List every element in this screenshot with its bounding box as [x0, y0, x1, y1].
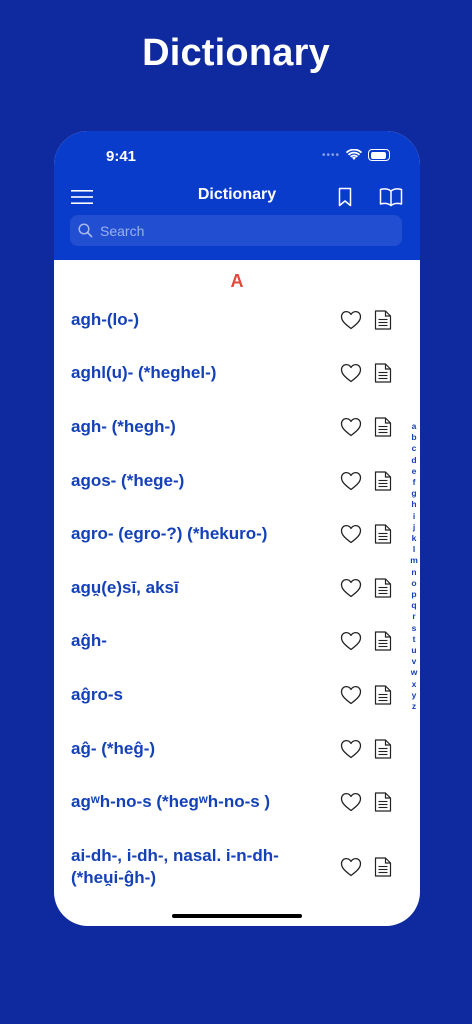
list-item[interactable]: agʷh-no-s (*hegʷh-no-s ) — [54, 775, 420, 829]
list-item[interactable]: agh-(lo-) — [54, 293, 420, 347]
index-letter[interactable]: v — [412, 656, 417, 667]
status-time: 9:41 — [106, 148, 137, 165]
index-letter[interactable]: j — [413, 522, 415, 533]
list-item[interactable]: aghl(u)- (*heghel-) — [54, 347, 420, 401]
index-letter[interactable]: a — [412, 421, 417, 432]
index-letter[interactable]: d — [411, 455, 416, 466]
heart-icon[interactable] — [340, 310, 362, 330]
list-item[interactable]: aĝ- (*heĝ-) — [54, 722, 420, 776]
header: 9:41 •••• Dictionary — [54, 131, 420, 260]
list-item[interactable]: aĝh- — [54, 615, 420, 669]
index-letter[interactable]: l — [413, 544, 415, 555]
search-input[interactable] — [98, 221, 382, 240]
index-letter[interactable]: z — [412, 701, 416, 712]
entry-term[interactable]: agos- (*hege-) — [71, 470, 319, 492]
entry-term[interactable]: agro- (egro-?) (*hekuro-) — [71, 523, 319, 545]
index-letter[interactable]: w — [411, 667, 418, 678]
index-letter[interactable]: o — [411, 578, 416, 589]
alphabet-index[interactable]: abcdefghijklmnopqrstuvwxyz — [409, 421, 419, 712]
document-icon[interactable] — [374, 685, 392, 705]
phone-screen: 9:41 •••• Dictionary Search A agh-(lo-) … — [54, 131, 420, 926]
bookmarks-button[interactable] — [331, 183, 359, 211]
index-letter[interactable]: h — [411, 499, 416, 510]
document-icon[interactable] — [374, 470, 392, 491]
index-letter[interactable]: p — [411, 589, 416, 600]
list-item[interactable]: ai-dh-, i-dh-, nasal. i-n-dh- (*heu̯i-ĝh… — [54, 829, 420, 906]
index-letter[interactable]: m — [410, 555, 418, 566]
entry-term[interactable]: agh- (*hegh-) — [71, 416, 319, 438]
list-item[interactable]: agro- (egro-?) (*hekuro-) — [54, 507, 420, 561]
heart-icon[interactable] — [340, 792, 362, 812]
entry-term[interactable]: agu̯(e)sī, aksī — [71, 577, 319, 599]
index-letter[interactable]: n — [411, 567, 416, 578]
book-button[interactable] — [377, 183, 405, 211]
document-icon[interactable] — [374, 524, 392, 544]
heart-icon[interactable] — [340, 857, 362, 877]
document-icon[interactable] — [374, 417, 392, 437]
index-letter[interactable]: s — [412, 623, 417, 634]
status-icons: •••• — [322, 149, 390, 161]
heart-icon[interactable] — [340, 739, 362, 759]
heart-icon[interactable] — [340, 471, 362, 491]
heart-icon[interactable] — [340, 524, 362, 544]
index-letter[interactable]: e — [412, 466, 417, 477]
wifi-icon — [346, 149, 362, 160]
entry-term[interactable]: aĝh- — [71, 630, 319, 652]
section-header-letter: A — [230, 271, 244, 291]
document-icon[interactable] — [374, 857, 392, 878]
search-bar[interactable] — [70, 215, 402, 246]
list-item[interactable]: agu̯(e)sī, aksī — [54, 561, 420, 615]
nav-title: Dictionary — [197, 186, 277, 203]
index-letter[interactable]: c — [412, 443, 417, 454]
list-item[interactable]: aĝro-s — [54, 668, 420, 722]
heart-icon[interactable] — [340, 578, 362, 598]
list-item[interactable]: agh- (*hegh-) — [54, 400, 420, 454]
entry-list: agh-(lo-) aghl(u)- (*heghel-) agh- (*hegh-… — [54, 293, 420, 906]
index-letter[interactable]: u — [411, 645, 416, 656]
index-letter[interactable]: f — [413, 477, 416, 488]
heart-icon[interactable] — [340, 631, 362, 651]
index-letter[interactable]: i — [413, 511, 415, 522]
document-icon[interactable] — [374, 631, 392, 651]
heart-icon[interactable] — [340, 685, 362, 705]
entry-term[interactable]: aghl(u)- (*heghel-) — [71, 362, 319, 384]
index-letter[interactable]: x — [412, 679, 417, 690]
bookmark-icon — [338, 187, 352, 207]
index-letter[interactable]: r — [412, 611, 415, 622]
home-indicator — [172, 914, 302, 918]
document-icon[interactable] — [374, 310, 392, 330]
index-letter[interactable]: y — [412, 690, 417, 701]
entry-term[interactable]: agh-(lo-) — [71, 309, 319, 331]
entry-term[interactable]: aĝ- (*heĝ-) — [71, 738, 319, 760]
navbar: Dictionary — [54, 179, 420, 215]
document-icon[interactable] — [374, 792, 392, 812]
entry-term[interactable]: agʷh-no-s (*hegʷh-no-s ) — [71, 791, 319, 813]
index-letter[interactable]: q — [411, 600, 416, 611]
document-icon[interactable] — [374, 363, 392, 383]
battery-icon — [368, 149, 390, 161]
index-letter[interactable]: k — [412, 533, 417, 544]
heart-icon[interactable] — [340, 417, 362, 437]
open-book-icon — [379, 188, 403, 207]
search-icon — [78, 223, 94, 239]
entry-term[interactable]: aĝro-s — [71, 684, 319, 706]
index-letter[interactable]: t — [413, 634, 416, 645]
signal-dots-icon: •••• — [321, 149, 340, 161]
entry-term[interactable]: ai-dh-, i-dh-, nasal. i-n-dh- (*heu̯i-ĝh… — [71, 845, 319, 889]
list-item[interactable]: agos- (*hege-) — [54, 454, 420, 508]
index-letter[interactable]: g — [411, 488, 416, 499]
page-title: Dictionary — [142, 32, 330, 74]
document-icon[interactable] — [374, 578, 392, 598]
index-letter[interactable]: b — [411, 432, 416, 443]
document-icon[interactable] — [374, 738, 392, 759]
heart-icon[interactable] — [340, 363, 362, 383]
